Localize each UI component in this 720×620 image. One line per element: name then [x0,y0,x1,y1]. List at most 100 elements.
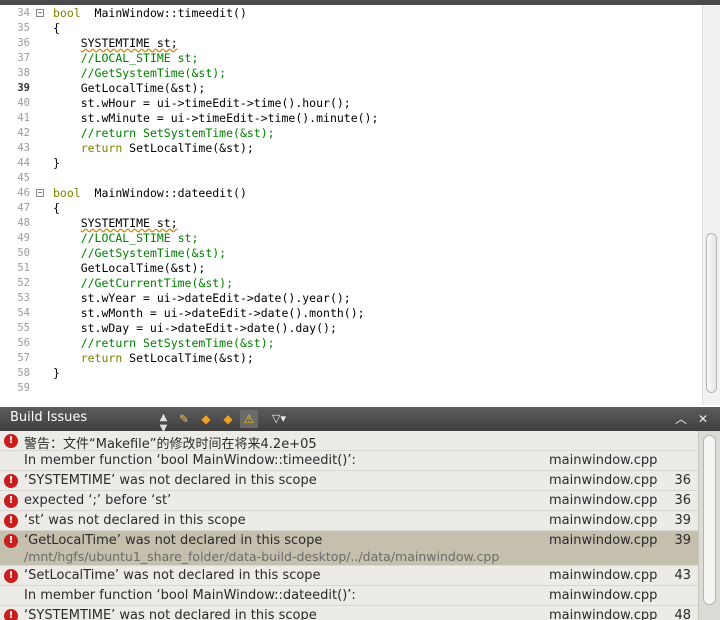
code-line[interactable]: 40 st.wHour = ui->timeEdit->time().hour(… [0,96,698,111]
issue-message: In member function ‘bool MainWindow::dat… [24,588,356,603]
code-line[interactable]: 46− bool MainWindow::dateedit() [0,186,698,201]
issue-message: ‘SetLocalTime’ was not declared in this … [24,568,321,583]
issue-file: mainwindow.cpp [549,513,658,528]
line-number: 40 [17,97,30,109]
issue-message: ‘SYSTEMTIME’ was not declared in this sc… [24,608,317,620]
error-icon: ! [4,494,18,508]
error-icon: ! [4,609,18,620]
line-number: 59 [17,382,30,394]
build-issues-header: Build Issues ▲▼ ✎ ◆ ◆ ⚠ ▽▾ ︿ ✕ [0,407,720,434]
code-line[interactable]: 37 //LOCAL_STIME st; [0,51,698,66]
issue-message: ‘st’ was not declared in this scope [24,513,246,528]
filter-icon[interactable]: ▽▾ [267,410,291,428]
issue-line-number: 36 [674,493,691,508]
issue-message: expected ‘;’ before ‘st’ [24,493,172,508]
issues-vertical-scrollbar[interactable] [698,431,720,620]
issue-row[interactable]: ! ‘SetLocalTime’ was not declared in this… [0,566,698,586]
issue-line-number: 48 [674,608,691,620]
code-line[interactable]: 51 GetLocalTime(&st); [0,261,698,276]
code-line[interactable]: 49 //LOCAL_STIME st; [0,231,698,246]
arrow-left-icon[interactable]: ◆ [197,410,215,428]
code-line[interactable]: 50 //GetSystemTime(&st); [0,246,698,261]
issues-scroll-thumb[interactable] [703,435,716,605]
arrow-right-icon[interactable]: ◆ [219,410,237,428]
issue-file: mainwindow.cpp [549,493,658,508]
code-line[interactable]: 55 st.wDay = ui->dateEdit->date().day(); [0,321,698,336]
line-number: 53 [17,292,30,304]
issue-line-number: 39 [674,513,691,528]
issue-file: mainwindow.cpp [549,608,658,620]
code-line[interactable]: 48 SYSTEMTIME st; [0,216,698,231]
code-line[interactable]: 45 [0,171,698,186]
line-number: 57 [17,352,30,364]
code-text: } [53,156,60,170]
line-number: 45 [17,172,30,184]
chevron-up-icon[interactable]: ︿ [672,410,690,428]
code-line[interactable]: 36 SYSTEMTIME st; [0,36,698,51]
code-line[interactable]: 44} [0,156,698,171]
code-line[interactable]: 57 return SetLocalTime(&st); [0,351,698,366]
code-text: return SetLocalTime(&st); [80,141,254,155]
fold-toggle-icon[interactable]: − [36,9,44,17]
code-line[interactable]: 56 //return SetSystemTime(&st); [0,336,698,351]
code-line[interactable]: 59 [0,381,698,396]
error-icon: ! [4,474,18,488]
error-icon: ! [4,534,18,548]
code-text: //return SetSystemTime(&st); [80,126,275,140]
build-issues-title: Build Issues [10,410,88,425]
error-icon: ! [4,514,18,528]
code-text: //return SetSystemTime(&st); [80,336,275,350]
line-number: 46 [17,187,30,199]
line-number: 56 [17,337,30,349]
line-number: 48 [17,217,30,229]
code-line[interactable]: 35 { [0,21,698,36]
issue-row[interactable]: ! ‘st’ was not declared in this scope main… [0,511,698,531]
issue-row[interactable]: ! 警告：文件“Makefile”的修改时间在将来4.2e+05 [0,431,698,452]
issue-row[interactable]: ! expected ‘;’ before ‘st’ mainwindow.cpp 3… [0,491,698,511]
code-text: { [53,21,60,35]
line-number: 47 [17,202,30,214]
code-editor[interactable]: 34− bool MainWindow::timeedit() 35{36 SYST… [0,5,720,405]
code-text: SYSTEMTIME st; [80,216,178,230]
code-line[interactable]: 52 //GetCurrentTime(&st); [0,276,698,291]
code-line[interactable]: 38 //GetSystemTime(&st); [0,66,698,81]
editor-vertical-scrollbar[interactable] [702,5,720,405]
fold-toggle-icon[interactable]: − [36,189,44,197]
line-number: 38 [17,67,30,79]
line-number: 34 [17,7,30,19]
code-line[interactable]: 43 return SetLocalTime(&st); [0,141,698,156]
code-line[interactable]: 53 st.wYear = ui->dateEdit->date().year(… [0,291,698,306]
line-number: 51 [17,262,30,274]
code-text: st.wMonth = ui->dateEdit->date().month()… [53,306,365,320]
code-text: } [53,366,60,380]
editor-scroll-thumb[interactable] [706,233,717,393]
code-line[interactable]: 39 GetLocalTime(&st); [0,81,698,96]
code-line[interactable]: 47 { [0,201,698,216]
line-number: 52 [17,277,30,289]
code-line[interactable]: 42 //return SetSystemTime(&st); [0,126,698,141]
code-line[interactable]: 34− bool MainWindow::timeedit() [0,6,698,21]
issue-message: ‘GetLocalTime’ was not declared in this … [24,533,323,548]
line-number: 55 [17,322,30,334]
issue-row[interactable]: ! ‘SYSTEMTIME’ was not declared in this s… [0,606,698,620]
issue-line-number: 36 [674,473,691,488]
warning-icon[interactable]: ⚠ [240,410,258,428]
code-line[interactable]: 54 st.wMonth = ui->dateEdit->date().mont… [0,306,698,321]
issue-row[interactable]: ! ‘GetLocalTime’ was not declared in this… [0,531,698,566]
issue-file: mainwindow.cpp [549,473,658,488]
issue-row[interactable]: ! ‘SYSTEMTIME’ was not declared in this s… [0,471,698,491]
issue-row[interactable]: In member function ‘bool MainWindow::dat… [0,586,698,606]
code-line[interactable]: 41 st.wMinute = ui->timeEdit->time().min… [0,111,698,126]
line-number: 43 [17,142,30,154]
build-issues-list[interactable]: ! 警告：文件“Makefile”的修改时间在将来4.2e+05 In member… [0,431,720,620]
line-number: 54 [17,307,30,319]
issue-file-path: /mnt/hgfs/ubuntu1_share_folder/data-buil… [24,549,500,564]
code-text: st.wMinute = ui->timeEdit->time().minute… [53,111,379,125]
line-number: 58 [17,367,30,379]
broom-icon[interactable]: ✎ [175,410,193,428]
code-line[interactable]: 58} [0,366,698,381]
code-text: //GetSystemTime(&st); [80,66,227,80]
issue-row[interactable]: In member function ‘bool MainWindow::tim… [0,451,698,471]
issue-message: In member function ‘bool MainWindow::tim… [24,453,356,468]
close-icon[interactable]: ✕ [694,410,712,428]
